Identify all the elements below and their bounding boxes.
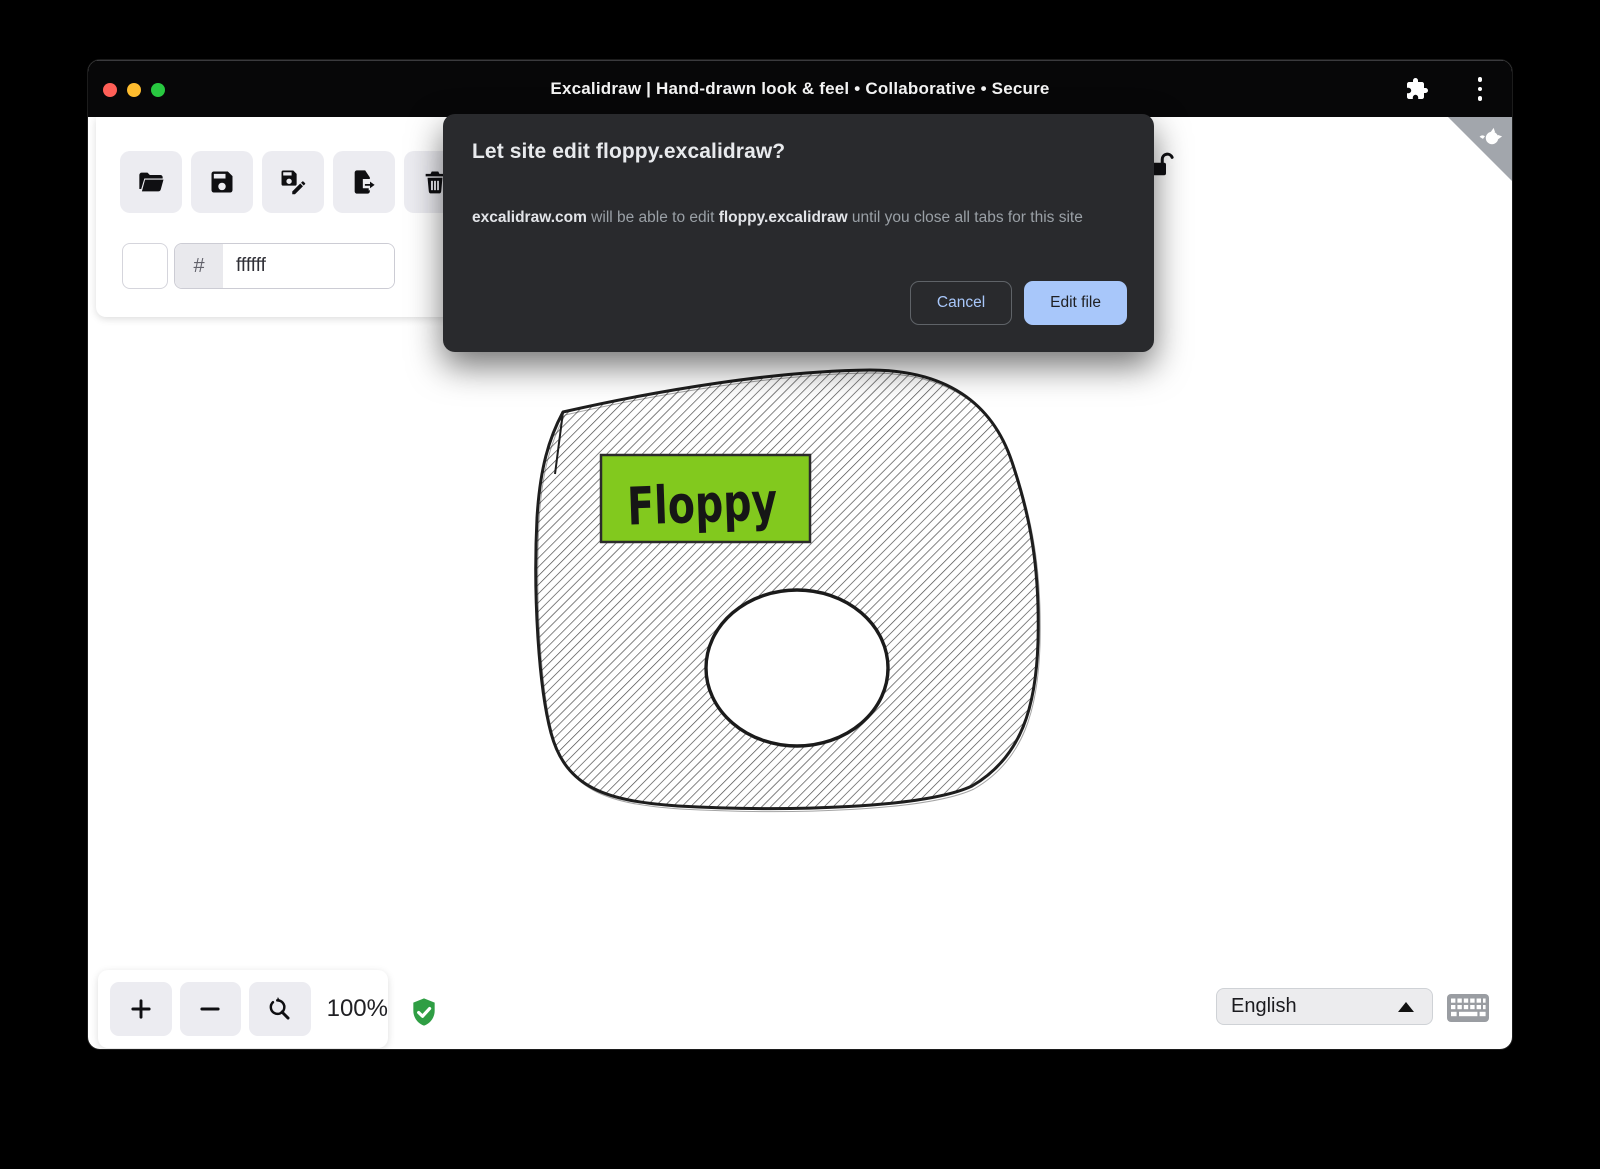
desktop: { "window": { "title": "Excalidraw | Han… xyxy=(0,0,1600,1169)
file-edit-permission-dialog: Let site edit floppy.excalidraw? excalid… xyxy=(443,114,1154,352)
file-toolbar xyxy=(120,151,466,213)
canvas-background-control: # xyxy=(122,243,395,289)
save-file-button[interactable] xyxy=(191,151,253,213)
keyboard-icon[interactable] xyxy=(1446,993,1490,1023)
zoom-in-button[interactable] xyxy=(110,982,172,1036)
floppy-label-text[interactable]: Floppy xyxy=(626,472,778,537)
shield-check-icon xyxy=(408,994,440,1030)
floppy-hub-hole[interactable] xyxy=(706,590,888,746)
save-as-pencil-icon xyxy=(279,168,307,196)
background-color-swatch[interactable] xyxy=(122,243,168,289)
background-hex-field: # xyxy=(174,243,395,289)
caret-up-icon xyxy=(1398,1002,1414,1012)
window-titlebar[interactable]: Excalidraw | Hand-drawn look & feel • Co… xyxy=(88,60,1512,117)
app-window: Floppy xyxy=(88,60,1512,1049)
reset-zoom-button[interactable] xyxy=(249,982,311,1036)
dialog-body: excalidraw.com will be able to edit flop… xyxy=(472,202,1120,233)
dialog-actions: Cancel Edit file xyxy=(910,281,1127,325)
puzzle-extension-icon[interactable] xyxy=(1405,77,1429,101)
zoom-out-button[interactable] xyxy=(180,982,242,1036)
dialog-title: Let site edit floppy.excalidraw? xyxy=(472,140,785,164)
plus-icon xyxy=(128,996,154,1022)
dialog-file-name: floppy.excalidraw xyxy=(719,209,848,226)
kebab-menu-icon[interactable] xyxy=(1470,77,1490,101)
dialog-site-name: excalidraw.com xyxy=(472,209,587,226)
save-floppy-icon xyxy=(208,168,236,196)
language-select[interactable]: English xyxy=(1216,988,1433,1025)
reset-zoom-icon xyxy=(266,996,293,1023)
edit-file-button[interactable]: Edit file xyxy=(1024,281,1127,325)
minus-icon xyxy=(197,996,223,1022)
export-file-button[interactable] xyxy=(333,151,395,213)
hex-prefix: # xyxy=(175,244,223,288)
zoom-controls-island: 100% xyxy=(98,970,388,1048)
open-file-button[interactable] xyxy=(120,151,182,213)
save-as-button[interactable] xyxy=(262,151,324,213)
background-hex-input[interactable] xyxy=(223,244,394,288)
cancel-button[interactable]: Cancel xyxy=(910,281,1012,325)
language-select-value: English xyxy=(1231,995,1297,1018)
floppy-disk-drawing[interactable]: Floppy xyxy=(536,370,1040,812)
open-folder-icon xyxy=(137,168,165,196)
export-file-icon xyxy=(350,168,378,196)
window-title: Excalidraw | Hand-drawn look & feel • Co… xyxy=(88,60,1512,117)
top-left-island-panel: # xyxy=(96,117,496,317)
zoom-level: 100% xyxy=(327,995,388,1023)
